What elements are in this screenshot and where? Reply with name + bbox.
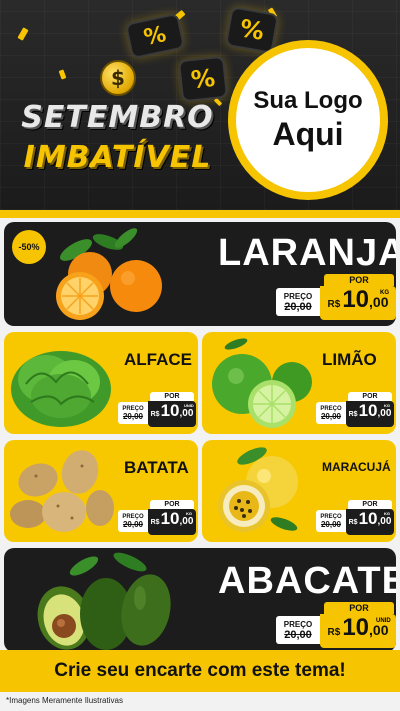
price-unit: UNID — [184, 403, 194, 408]
price-integer: 10 — [342, 286, 370, 313]
price-tag: POR PREÇO 20,00 R$ 10 ,00 KG — [316, 500, 394, 536]
old-price-value: 20,00 — [284, 300, 312, 313]
old-price-value: 20,00 — [320, 519, 342, 529]
campaign-title-line2: IMBATÍVEL — [23, 140, 212, 175]
confetti-decoration — [58, 69, 67, 80]
price-decimal: ,00 — [377, 516, 392, 527]
currency-symbol: R$ — [327, 299, 341, 310]
old-price-value: 20,00 — [320, 411, 342, 421]
avocado-icon — [37, 552, 171, 650]
logo-line1: Sua Logo — [253, 87, 363, 114]
price-integer: 10 — [342, 614, 370, 641]
price-tag: POR PREÇO 20,00 R$ 10 ,00 KG — [118, 500, 196, 536]
old-price: PREÇO 20,00 — [118, 510, 148, 532]
product-name: MARACUJÁ — [322, 460, 391, 474]
coin-icon: $ — [100, 60, 136, 96]
price-por-label: POR — [348, 392, 392, 401]
lime-icon — [212, 338, 312, 428]
percent-icon: % — [177, 55, 229, 103]
currency-symbol: R$ — [348, 519, 358, 526]
old-price: PREÇO 20,00 — [276, 288, 320, 316]
price-tag: POR PREÇO 20,00 R$ 10 ,00 KG — [276, 274, 396, 322]
product-card-maracuja[interactable]: MARACUJÁ POR PREÇO 20,00 R$ 10 ,00 KG — [202, 440, 396, 542]
price-unit: KG — [186, 511, 192, 516]
cta-banner[interactable]: Crie seu encarte com este tema! — [0, 650, 400, 692]
confetti-decoration — [17, 27, 29, 41]
old-price-value: 20,00 — [122, 411, 144, 421]
price-integer: 10 — [160, 401, 180, 420]
currency-symbol: R$ — [348, 411, 358, 418]
price-decimal: ,00 — [179, 516, 194, 527]
price-unit: KG — [384, 403, 390, 408]
price-unit: UNID — [376, 618, 391, 624]
old-price: PREÇO 20,00 — [276, 616, 320, 644]
lettuce-icon — [11, 351, 111, 427]
old-price: PREÇO 20,00 — [118, 402, 148, 424]
logo-line2: Aqui — [272, 116, 344, 152]
price-tag: POR PREÇO 20,00 R$ 10 ,00 UNID — [118, 392, 196, 428]
preco-label: PREÇO — [283, 619, 313, 629]
currency-symbol: R$ — [150, 411, 160, 418]
passionfruit-icon — [218, 447, 298, 532]
product-card-batata[interactable]: BATATA POR PREÇO 20,00 R$ 10 ,00 KG — [4, 440, 198, 542]
price-integer: 10 — [358, 509, 378, 528]
price-por-label: POR — [150, 500, 194, 509]
product-card-alface[interactable]: ALFACE POR PREÇO 20,00 R$ 10 ,00 UNID — [4, 332, 198, 434]
price-unit: KG — [380, 290, 389, 296]
price-por-label: POR — [324, 602, 394, 614]
discount-badge: -50% — [12, 230, 46, 264]
product-card-laranja[interactable]: -50% LARANJA POR PREÇO 20,00 R$ 10 ,00 K… — [4, 222, 396, 326]
potato-icon — [10, 450, 114, 532]
old-price: PREÇO 20,00 — [316, 402, 346, 424]
cta-banner-text: Crie seu encarte com este tema! — [54, 660, 346, 681]
price-decimal: ,00 — [179, 408, 194, 419]
old-price-value: 20,00 — [284, 628, 312, 641]
product-name: ALFACE — [124, 350, 192, 369]
campaign-title-line1: SETEMBRO — [21, 100, 214, 135]
currency-symbol: R$ — [150, 519, 160, 526]
product-name: BATATA — [124, 458, 189, 477]
price-por-label: POR — [150, 392, 194, 401]
currency-symbol: R$ — [327, 627, 341, 638]
price-integer: 10 — [358, 401, 378, 420]
price-por-label: POR — [348, 500, 392, 509]
percent-icon: % — [124, 12, 186, 60]
product-name: LARANJA — [218, 232, 396, 274]
product-card-abacate[interactable]: ABACATE POR PREÇO 20,00 R$ 10 ,00 UNID — [4, 548, 396, 652]
price-integer: 10 — [160, 509, 180, 528]
price-decimal: ,00 — [369, 294, 389, 310]
price-decimal: ,00 — [369, 622, 389, 638]
price-por-label: POR — [324, 274, 394, 286]
orange-icon — [56, 228, 162, 320]
percent-icon: % — [224, 6, 280, 54]
logo-placeholder: Sua Logo Aqui — [228, 40, 388, 200]
price-unit: KG — [384, 511, 390, 516]
price-tag: POR PREÇO 20,00 R$ 10 ,00 KG — [316, 392, 394, 428]
divider-stripe — [0, 210, 400, 218]
price-decimal: ,00 — [377, 408, 392, 419]
footnote: *Imagens Meramente Ilustrativas — [0, 692, 400, 711]
price-tag: POR PREÇO 20,00 R$ 10 ,00 UNID — [276, 602, 396, 650]
old-price-value: 20,00 — [122, 519, 144, 529]
product-card-limao[interactable]: LIMÃO POR PREÇO 20,00 R$ 10 ,00 KG — [202, 332, 396, 434]
product-name: LIMÃO — [322, 350, 377, 369]
product-name: ABACATE — [218, 560, 396, 602]
preco-label: PREÇO — [283, 291, 313, 301]
old-price: PREÇO 20,00 — [316, 510, 346, 532]
header: % % % $ SETEMBRO IMBATÍVEL Sua Logo Aqui — [0, 0, 400, 210]
